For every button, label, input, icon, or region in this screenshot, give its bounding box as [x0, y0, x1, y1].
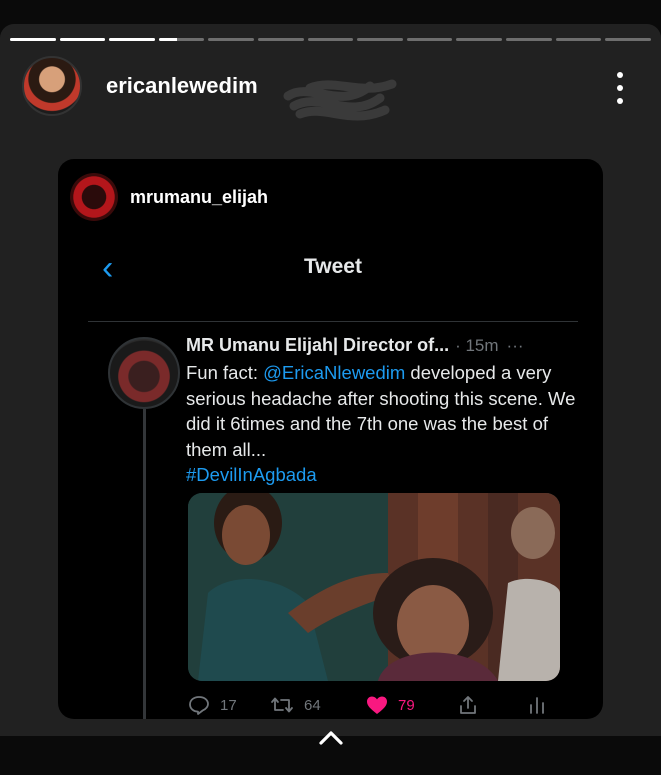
tweet-text-prefix: Fun fact:	[186, 362, 264, 383]
tweet-hashtag-link[interactable]: #DevilInAgbada	[186, 464, 317, 485]
tweet-timestamp: · 15m	[455, 336, 499, 355]
story-progress-segment	[357, 38, 403, 41]
story-progress-segment	[258, 38, 304, 41]
story-progress-segment	[456, 38, 503, 41]
story-progress-segment	[506, 38, 552, 41]
reshare-avatar[interactable]	[70, 173, 118, 221]
story-progress-segment	[109, 38, 155, 41]
story-progress-segment	[10, 38, 56, 41]
thread-line	[143, 409, 146, 719]
story-progress-fill	[59, 38, 106, 41]
scribble-sticker	[283, 79, 397, 121]
story-author-username[interactable]: ericanlewedim	[106, 73, 258, 99]
more-options-icon[interactable]	[615, 72, 625, 104]
share-icon	[460, 696, 476, 714]
tweet-author-name[interactable]: MR Umanu Elijah| Director of...	[186, 335, 449, 356]
share-action[interactable]	[458, 695, 528, 715]
reshared-post-card[interactable]: mrumanu_elijah ‹ Tweet MR Umanu Elijah| …	[58, 159, 603, 719]
tweet-text: Fun fact: @EricaNlewedim developed a ver…	[186, 360, 576, 488]
story-progress-fill	[10, 38, 56, 41]
reply-count: 17	[220, 696, 237, 714]
tweet-page-title: Tweet	[304, 255, 362, 278]
tweet-more-icon[interactable]: ···	[507, 336, 524, 356]
story-header: ericanlewedim	[22, 56, 258, 116]
like-action[interactable]: 79	[366, 695, 458, 715]
reply-icon	[189, 696, 209, 715]
story-progress-segment	[307, 38, 354, 41]
divider	[88, 321, 578, 322]
story-progress-segment	[406, 38, 453, 41]
story-progress-fill	[109, 38, 155, 41]
story-progress-segment	[158, 38, 205, 41]
analytics-icon	[530, 697, 544, 714]
tweet-top-bar: ‹ Tweet	[88, 251, 578, 301]
story-progress-fill	[158, 38, 178, 41]
swipe-up-chevron-icon[interactable]	[318, 728, 344, 746]
story-progress-segment	[59, 38, 106, 41]
heart-icon	[367, 696, 387, 714]
tweet-body: MR Umanu Elijah| Director of... · 15m ··…	[186, 335, 576, 488]
reshare-username[interactable]: mrumanu_elijah	[130, 187, 268, 208]
story-progress-segment	[208, 38, 255, 41]
tweet-author-avatar[interactable]	[108, 337, 180, 409]
story-author-avatar[interactable]	[22, 56, 82, 116]
tweet-mention-link[interactable]: @EricaNlewedim	[263, 362, 405, 383]
reply-action[interactable]: 17	[188, 695, 270, 715]
story-progress-segment	[555, 38, 602, 41]
story-progress-bar	[10, 38, 651, 41]
retweet-action[interactable]: 64	[270, 695, 366, 715]
tweet-media-image[interactable]	[188, 493, 560, 681]
retweet-count: 64	[304, 696, 321, 714]
analytics-action[interactable]	[528, 695, 556, 715]
like-count: 79	[398, 696, 415, 714]
reshare-header: mrumanu_elijah	[70, 173, 268, 221]
retweet-icon	[271, 697, 293, 713]
story-progress-segment	[605, 38, 651, 41]
tweet-actions: 17 64 79	[188, 691, 560, 719]
tweet-author-row: MR Umanu Elijah| Director of... · 15m ··…	[186, 335, 576, 356]
